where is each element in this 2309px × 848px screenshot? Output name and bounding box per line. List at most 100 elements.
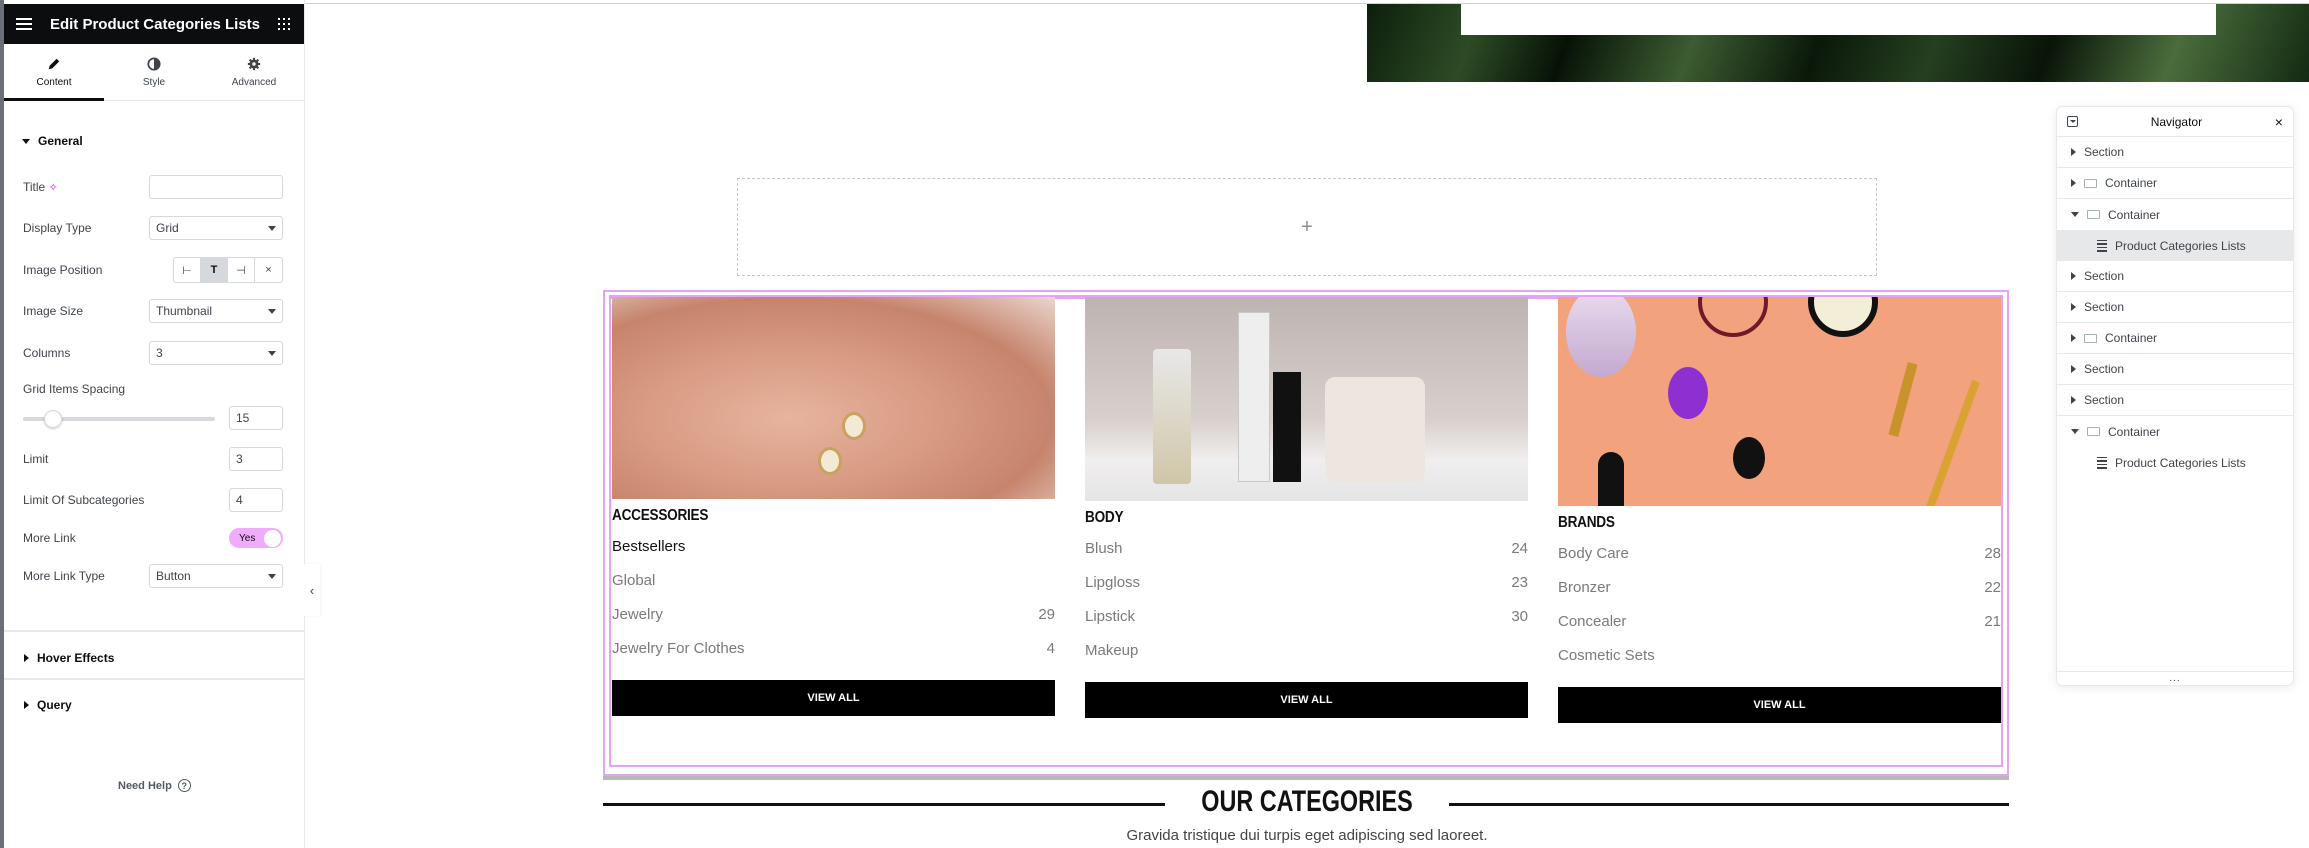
plus-icon[interactable]: + [1301, 216, 1313, 239]
align-right-icon[interactable]: ⊣ [228, 258, 255, 282]
tab-style-label: Style [142, 76, 166, 88]
caret-down-icon[interactable] [2071, 429, 2079, 434]
align-top-icon[interactable]: T [201, 258, 228, 282]
subcategory-count: 28 [1984, 544, 2001, 562]
navigator-item-container[interactable]: Container [2057, 323, 2293, 354]
spacing-label-row: Grid Items Spacing [23, 382, 283, 396]
section-general-toggle[interactable]: General [22, 134, 83, 148]
caret-down-icon[interactable] [2071, 212, 2079, 217]
subcategory-name: Body Care [1558, 544, 1629, 562]
title-control: Title ✧ [23, 175, 283, 199]
view-all-button[interactable]: VIEW ALL [612, 680, 1055, 716]
title-input[interactable] [149, 175, 283, 199]
navigator-resize-handle[interactable]: ... [2057, 671, 2293, 685]
category-title[interactable]: BRANDS [1558, 514, 1935, 532]
subcategory-item[interactable]: Makeup [1085, 633, 1528, 667]
caret-right-icon[interactable] [2071, 303, 2076, 311]
sub-limit-input[interactable]: 4 [229, 488, 283, 512]
navigator-item-section[interactable]: Section [2057, 385, 2293, 416]
subcategory-item[interactable]: Lipgloss 23 [1085, 565, 1528, 599]
spacing-input[interactable]: 15 [229, 406, 283, 430]
caret-right-icon[interactable] [2071, 148, 2076, 156]
view-all-button[interactable]: VIEW ALL [1558, 687, 2001, 723]
more-link-label: More Link [23, 531, 76, 545]
navigator-header[interactable]: Navigator × [2057, 107, 2293, 137]
caret-right-icon[interactable] [2071, 272, 2076, 280]
body-image[interactable] [1085, 297, 1528, 501]
ai-sparkle-icon[interactable]: ✧ [49, 182, 58, 194]
brands-image[interactable] [1558, 297, 2001, 506]
list-icon [2097, 456, 2107, 469]
subcategory-item[interactable]: Jewelry 29 [612, 597, 1055, 631]
caret-right-icon[interactable] [2071, 396, 2076, 404]
navigator-item-widget[interactable]: Product Categories Lists [2057, 447, 2293, 478]
hamburger-menu-icon[interactable] [16, 18, 32, 30]
navigator-item-container[interactable]: Container [2057, 199, 2293, 230]
image-position-label: Image Position [23, 263, 103, 277]
subcategory-count: 30 [1511, 607, 1528, 625]
navigator-item-label: Container [2108, 207, 2161, 222]
more-link-toggle-label: Yes [239, 532, 256, 544]
caret-down-icon [268, 350, 276, 356]
tab-style[interactable]: Style [104, 44, 204, 100]
image-size-select[interactable]: Thumbnail [149, 299, 283, 323]
compact-graphic [1566, 297, 1636, 377]
caret-right-icon[interactable] [2071, 365, 2076, 373]
our-categories-heading: OUR CATEGORIES [1201, 785, 1413, 818]
columns-value: 3 [156, 346, 163, 360]
display-type-select[interactable]: Grid [149, 216, 283, 240]
section-query-toggle[interactable]: Query [24, 698, 72, 712]
more-link-control: More Link Yes [23, 528, 283, 548]
category-title[interactable]: BODY [1085, 509, 1462, 527]
navigator-item-section[interactable]: Section [2057, 354, 2293, 385]
apps-grid-icon[interactable] [277, 18, 290, 30]
need-help-link[interactable]: Need Help ? [118, 779, 191, 792]
subcategory-item[interactable]: Body Care 28 [1558, 536, 2001, 570]
subcategory-item[interactable]: Lipstick 30 [1085, 599, 1528, 633]
navigator-item-section[interactable]: Section [2057, 261, 2293, 292]
caret-right-icon[interactable] [2071, 334, 2076, 342]
align-left-icon[interactable]: ⊢ [174, 258, 201, 282]
more-link-type-value: Button [156, 569, 191, 583]
navigator-item-container[interactable]: Container [2057, 416, 2293, 447]
subcategory-item[interactable]: Concealer 21 [1558, 604, 2001, 638]
close-icon[interactable]: × [2275, 114, 2283, 130]
caret-down-icon [22, 138, 30, 144]
sub-limit-label: Limit Of Subcategories [23, 493, 145, 507]
bottle-graphic [1153, 349, 1191, 484]
more-link-type-select[interactable]: Button [149, 564, 283, 588]
help-circle-icon: ? [177, 779, 191, 792]
collapse-panel-button[interactable]: ‹ [304, 564, 320, 616]
subcategory-item[interactable]: Cosmetic Sets [1558, 638, 2001, 672]
bottle-graphic [1238, 312, 1270, 482]
add-section-dropzone[interactable]: + [737, 178, 1877, 276]
navigator-item-section[interactable]: Section [2057, 137, 2293, 168]
subcategory-item[interactable]: Global [612, 563, 1055, 597]
caret-right-icon[interactable] [2071, 179, 2076, 187]
navigator-item-section[interactable]: Section [2057, 292, 2293, 323]
display-type-value: Grid [156, 221, 179, 235]
collapse-all-icon[interactable] [2067, 116, 2078, 127]
section-general-label: General [38, 134, 83, 148]
category-title[interactable]: ACCESSORIES [612, 507, 989, 525]
tab-advanced[interactable]: Advanced [204, 44, 304, 100]
limit-input[interactable]: 3 [229, 447, 283, 471]
columns-select[interactable]: 3 [149, 341, 283, 365]
list-icon [2097, 239, 2107, 252]
navigator-panel: Navigator × Section Container Container … [2056, 106, 2294, 686]
subcategory-item[interactable]: Bestsellers [612, 529, 1055, 563]
section-hover-effects-toggle[interactable]: Hover Effects [24, 651, 114, 665]
subcategory-item[interactable]: Jewelry For Clothes 4 [612, 631, 1055, 665]
accessories-image[interactable] [612, 297, 1055, 499]
navigator-item-widget-selected[interactable]: Product Categories Lists [2057, 230, 2293, 261]
view-all-button[interactable]: VIEW ALL [1085, 682, 1528, 718]
image-size-control: Image Size Thumbnail [23, 299, 283, 323]
more-link-toggle[interactable]: Yes [229, 528, 283, 548]
clear-icon[interactable]: × [255, 258, 282, 282]
container-icon [2084, 333, 2097, 343]
toggle-knob [264, 529, 281, 547]
subcategory-item[interactable]: Bronzer 22 [1558, 570, 2001, 604]
navigator-item-container[interactable]: Container [2057, 168, 2293, 199]
tab-content[interactable]: Content [4, 44, 104, 101]
subcategory-item[interactable]: Blush 24 [1085, 531, 1528, 565]
